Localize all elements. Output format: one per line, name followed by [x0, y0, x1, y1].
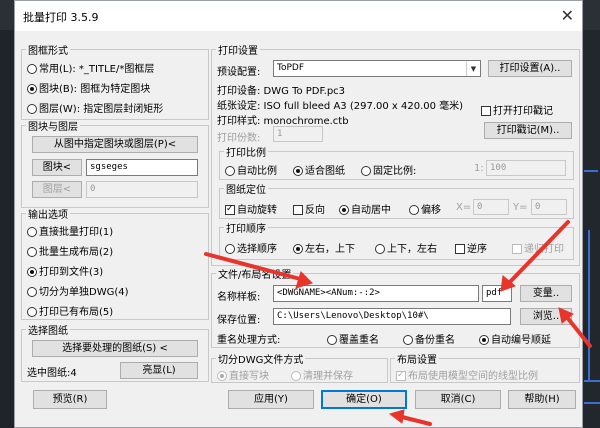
arrow-head — [295, 271, 313, 289]
arrow-to-browse — [564, 314, 592, 348]
arrow-to-name-template — [204, 252, 306, 282]
arrow-to-extension — [506, 220, 570, 286]
annotation-arrows — [204, 220, 592, 426]
arrow-head — [388, 409, 405, 424]
